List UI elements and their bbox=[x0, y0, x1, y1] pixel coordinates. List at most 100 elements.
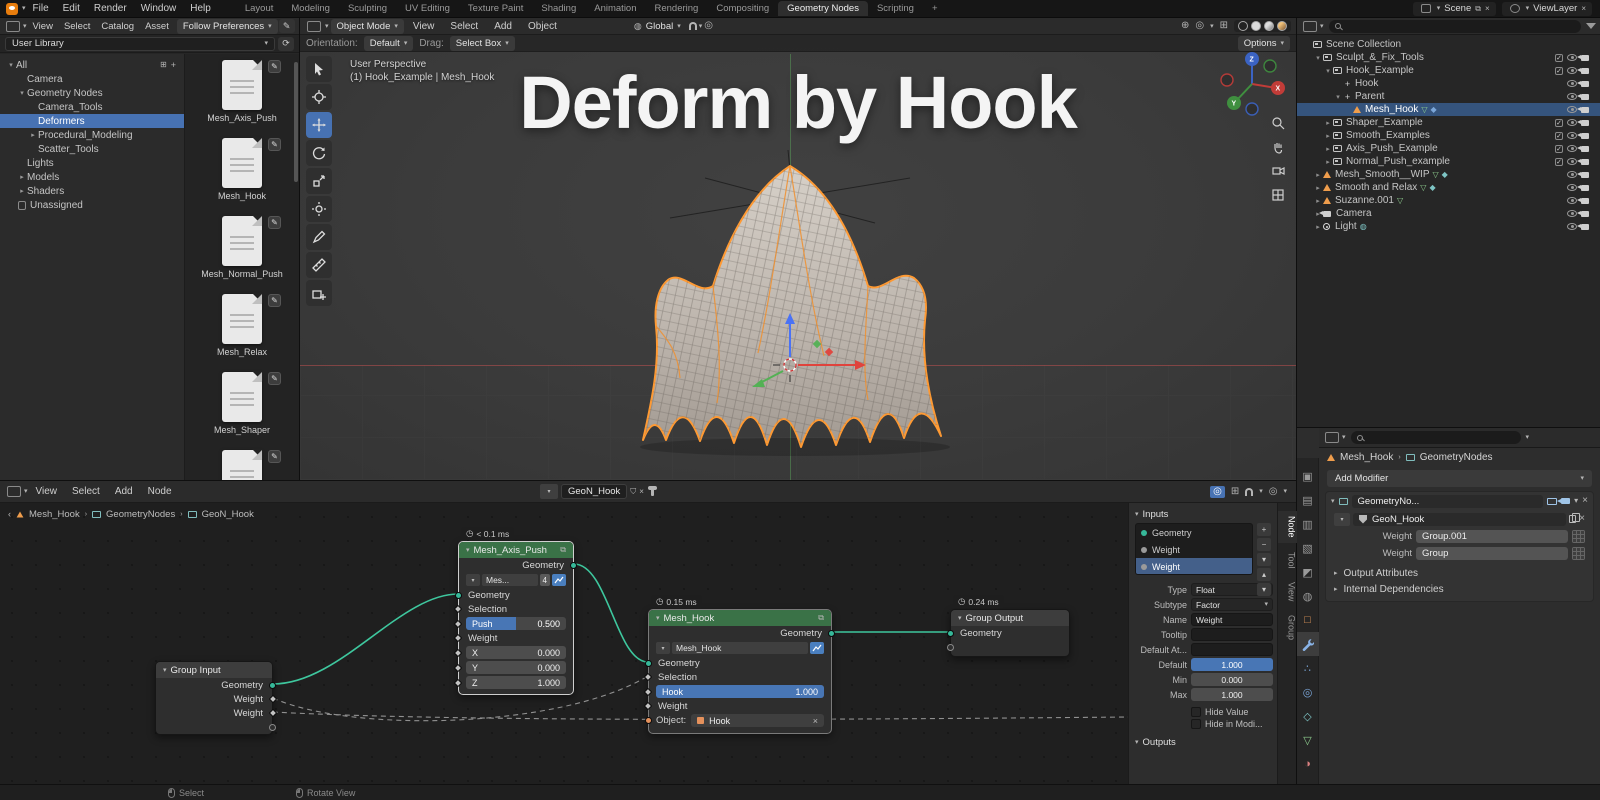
exclude-checkbox-icon[interactable]: ✓ bbox=[1555, 144, 1563, 153]
socket-virtual[interactable] bbox=[269, 723, 276, 731]
tab-modifiers-icon[interactable] bbox=[1296, 632, 1319, 656]
disable-render-icon[interactable] bbox=[1577, 132, 1589, 139]
outliner-row-smooth-examples[interactable]: ▸ Smooth_Examples ✓ bbox=[1297, 129, 1600, 142]
extras-chevron-icon[interactable]: ▾ bbox=[1574, 497, 1578, 505]
tab-view-layer-icon[interactable]: ▧ bbox=[1297, 536, 1319, 560]
asset-mesh-hook[interactable]: ✎ Mesh_Hook bbox=[185, 137, 299, 216]
node-link[interactable] bbox=[573, 563, 649, 663]
edit-group-icon[interactable] bbox=[552, 574, 566, 586]
filter-chevron-icon[interactable]: ▾ bbox=[1526, 434, 1530, 441]
catalog-item-scatter-tools[interactable]: Scatter_Tools bbox=[0, 142, 184, 156]
snap-magnet-icon[interactable] bbox=[1245, 487, 1254, 496]
asset-browser-editor-icon[interactable] bbox=[6, 20, 20, 32]
pan-view-icon[interactable] bbox=[1269, 138, 1287, 156]
asset-scrollbar[interactable] bbox=[294, 62, 298, 182]
socket-geometry-out[interactable] bbox=[269, 681, 276, 689]
catalog-item-camera-tools[interactable]: Camera_Tools bbox=[0, 100, 184, 114]
delete-modifier-icon[interactable]: × bbox=[1582, 496, 1588, 506]
zoom-view-icon[interactable] bbox=[1269, 114, 1287, 132]
nodegroup-name-field[interactable]: Mesh_Hook bbox=[672, 642, 808, 654]
attribute-toggle-icon[interactable] bbox=[1572, 547, 1585, 560]
asset-menu-select[interactable]: Select bbox=[59, 21, 95, 32]
tab-object-data-icon[interactable]: ▽ bbox=[1297, 728, 1319, 752]
outliner-row-scene-collection[interactable]: Scene Collection bbox=[1297, 38, 1600, 51]
node-group-output[interactable]: ◷ 0.24 ms ▾ Group Output Geometry bbox=[947, 595, 1070, 657]
node-mesh-hook[interactable]: ◷ 0.15 ms ▾ Mesh_Hook ⧉ Geometry ▾ Mesh_Hoo… bbox=[643, 595, 835, 734]
outliner-row-sculpt-fix-tools[interactable]: ▾ Sculpt_&_Fix_Tools ✓ bbox=[1297, 51, 1600, 64]
disable-render-icon[interactable] bbox=[1577, 197, 1589, 204]
node-menu-select[interactable]: Select bbox=[65, 486, 107, 497]
viewport-editor-icon[interactable] bbox=[307, 20, 321, 32]
outliner-row-mesh-hook[interactable]: Mesh_Hook ▽ ◆ bbox=[1297, 103, 1600, 116]
outliner-row-light[interactable]: ▸ Light ◍ bbox=[1297, 220, 1600, 233]
tool-select-box[interactable] bbox=[306, 56, 332, 82]
camera-view-icon[interactable] bbox=[1269, 162, 1287, 180]
geometry-node-editor[interactable]: ▾ View Select Add Node ◎ ⊞ ▾ ◎ ▾ ▾ GeoN_… bbox=[0, 480, 1297, 784]
shading-material-icon[interactable] bbox=[1264, 21, 1274, 31]
add-modifier-button[interactable]: Add Modifier ▾ bbox=[1327, 470, 1592, 487]
nodetree-name-field[interactable]: GeoN_Hook bbox=[561, 484, 628, 499]
collapse-chevron-icon[interactable]: ▾ bbox=[1331, 498, 1335, 505]
modifier-name-field[interactable]: GeometryNo... bbox=[1351, 494, 1544, 508]
weight-value-field[interactable]: Group bbox=[1416, 547, 1568, 560]
collapse-chevron-icon[interactable]: ▾ bbox=[656, 615, 660, 622]
filter-icon[interactable] bbox=[1586, 23, 1596, 29]
workspace-tab-rendering[interactable]: Rendering bbox=[646, 1, 708, 16]
io-item-geometry[interactable]: Geometry bbox=[1136, 524, 1252, 541]
inputs-section-header[interactable]: ▾ Inputs bbox=[1135, 509, 1273, 520]
unlink-nodetree-icon[interactable]: × bbox=[1579, 514, 1585, 524]
add-catalog-icon[interactable]: + bbox=[171, 60, 176, 70]
asset-partial[interactable]: ✎ bbox=[185, 449, 299, 480]
add-workspace-button[interactable]: + bbox=[923, 1, 947, 16]
hide-eye-icon[interactable] bbox=[1567, 223, 1577, 230]
tool-scale[interactable] bbox=[306, 168, 332, 194]
outputs-section-header[interactable]: ▾ Outputs bbox=[1135, 737, 1273, 748]
nodetree-field[interactable]: GeoN_Hook bbox=[1353, 512, 1567, 526]
show-render-icon[interactable] bbox=[1557, 498, 1571, 504]
hide-eye-icon[interactable] bbox=[1567, 210, 1577, 217]
tab-constraints-icon[interactable]: ◇ bbox=[1297, 704, 1319, 728]
outliner-row-hook[interactable]: + Hook bbox=[1297, 77, 1600, 90]
asset-mesh-relax[interactable]: ✎ Mesh_Relax bbox=[185, 293, 299, 372]
node-mesh-axis-push[interactable]: ◷ < 0.1 ms ▾ Mesh_Axis_Push ⧉ Geometry ▾ Me… bbox=[453, 527, 577, 695]
editor-type-chevron-icon[interactable]: ▾ bbox=[1342, 434, 1346, 441]
tab-object-icon[interactable]: □ bbox=[1297, 608, 1319, 632]
disable-render-icon[interactable] bbox=[1577, 223, 1589, 230]
disable-render-icon[interactable] bbox=[1577, 54, 1589, 61]
catalog-item-unassigned[interactable]: Unassigned bbox=[0, 198, 184, 212]
weight-value-field[interactable]: Group.001 bbox=[1416, 530, 1568, 543]
move-gizmo[interactable] bbox=[710, 303, 880, 403]
hide-eye-icon[interactable] bbox=[1567, 93, 1577, 100]
mesh-data-icon[interactable]: ▽ bbox=[1421, 105, 1427, 114]
auto-render-toggle-icon[interactable]: ◎ bbox=[1210, 485, 1225, 498]
tab-scene-icon[interactable]: ◩ bbox=[1297, 560, 1319, 584]
hide-value-checkbox[interactable] bbox=[1191, 707, 1201, 717]
disable-render-icon[interactable] bbox=[1577, 210, 1589, 217]
path-nodetree[interactable]: GeoN_Hook bbox=[202, 509, 254, 520]
tab-tool-icon[interactable]: ▣ bbox=[1297, 464, 1319, 488]
outliner-row-mesh-smooth-wip[interactable]: ▸ Mesh_Smooth__WIP ▽ ◆ bbox=[1297, 168, 1600, 181]
collapse-chevron-icon[interactable]: ▾ bbox=[163, 667, 167, 674]
blender-logo-icon[interactable] bbox=[6, 2, 18, 15]
outliner-editor-icon[interactable] bbox=[1303, 20, 1317, 32]
max-field[interactable]: 1.000 bbox=[1191, 688, 1273, 701]
modifier-icon[interactable]: ◆ bbox=[1429, 183, 1435, 192]
mesh-data-icon[interactable]: ▽ bbox=[1420, 183, 1426, 192]
catalog-item-camera[interactable]: Camera bbox=[0, 72, 184, 86]
fake-user-icon[interactable]: ⛉ bbox=[630, 487, 636, 496]
workspace-tab-modeling[interactable]: Modeling bbox=[282, 1, 339, 16]
disable-render-icon[interactable] bbox=[1577, 93, 1589, 100]
properties-search[interactable] bbox=[1350, 431, 1521, 444]
socket-geometry-out[interactable] bbox=[828, 629, 835, 637]
z-value-field[interactable]: Z 1.000 bbox=[466, 676, 566, 689]
move-down-button[interactable]: ▾ bbox=[1257, 583, 1271, 596]
select-menu[interactable]: Select bbox=[443, 21, 485, 32]
refresh-library-icon[interactable]: ⟳ bbox=[278, 36, 294, 51]
disable-render-icon[interactable] bbox=[1577, 171, 1589, 178]
mode-dropdown[interactable]: Object Mode ▾ bbox=[330, 18, 404, 34]
tooltip-field[interactable] bbox=[1191, 628, 1273, 641]
breadcrumb-object[interactable]: Mesh_Hook bbox=[1340, 452, 1393, 463]
outliner-row-hook-example[interactable]: ▾ Hook_Example ✓ bbox=[1297, 64, 1600, 77]
workspace-tab-compositing[interactable]: Compositing bbox=[707, 1, 778, 16]
workspace-tab-geometry-nodes[interactable]: Geometry Nodes bbox=[778, 1, 868, 16]
